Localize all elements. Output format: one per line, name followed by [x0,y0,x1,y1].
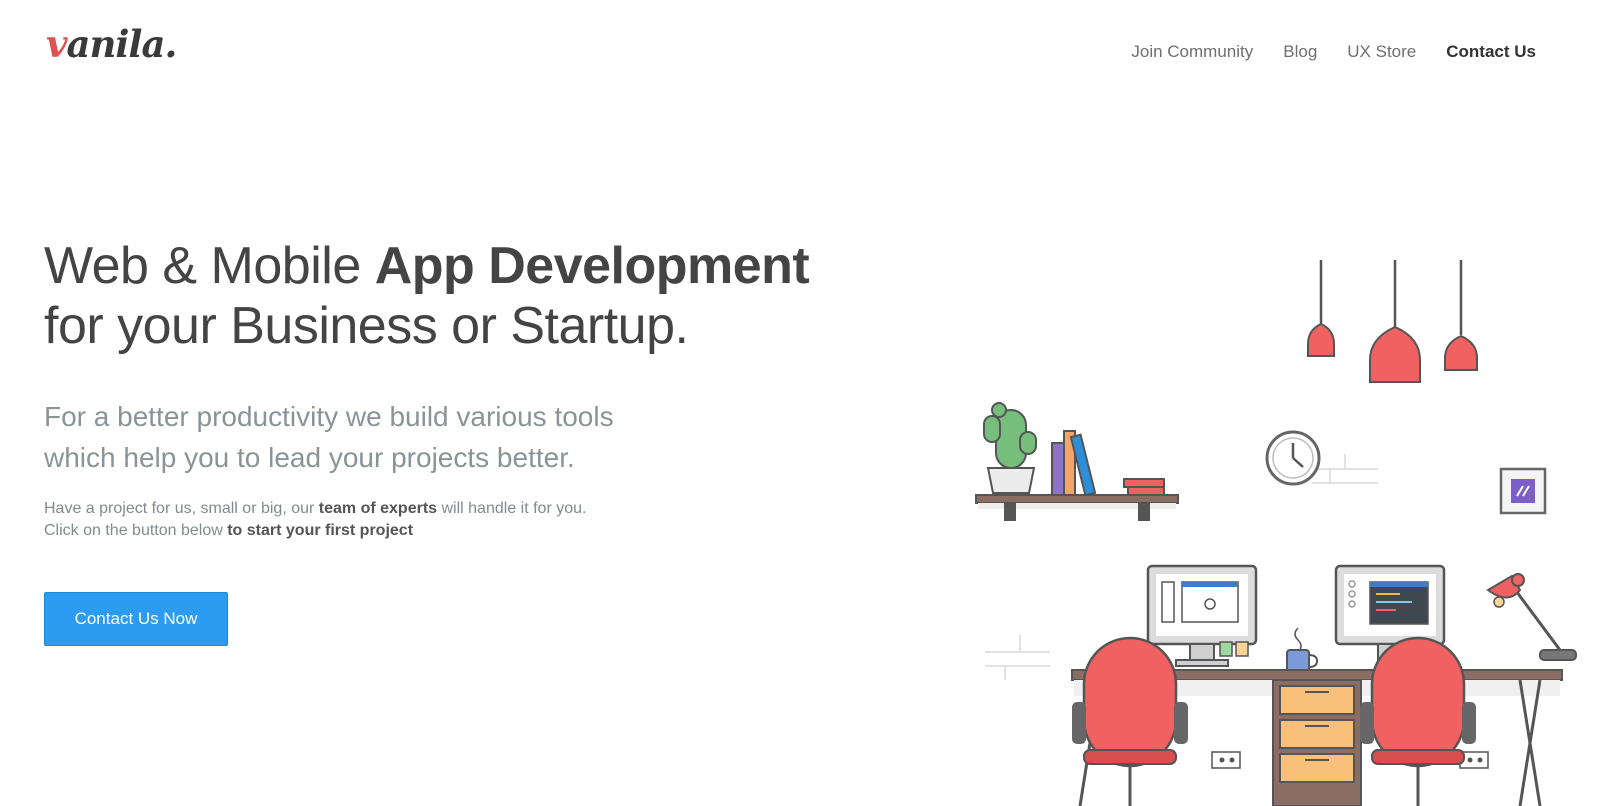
nav-contact-us[interactable]: Contact Us [1446,42,1536,62]
hero-section: Web & Mobile App Development for your Bu… [44,236,944,542]
brick-lines-right [1312,454,1378,484]
clock-icon [1265,430,1321,486]
cactus-icon [983,402,1037,494]
contact-us-now-button[interactable]: Contact Us Now [44,592,228,646]
office-chair-left [1072,636,1188,806]
coffee-mug-icon [1286,627,1319,673]
books-icon [1051,430,1165,497]
wall-shelf [975,402,1179,521]
logo[interactable]: vanila. [46,26,177,63]
nav-join-community[interactable]: Join Community [1131,42,1253,62]
monitor-left [1146,564,1258,667]
nav-ux-store[interactable]: UX Store [1347,42,1416,62]
main-nav: Join Community Blog UX Store Contact Us [1131,42,1536,62]
office-chair-right [1360,636,1476,806]
desc-suffix: will handle it for you. [437,500,587,517]
headline-part1: Web & Mobile [44,237,375,295]
desc-line2-prefix: Click on the button below [44,522,228,539]
lead-line1: For a better productivity we build vario… [44,401,614,432]
headline-strong: App Development [374,237,810,295]
hero-headline: Web & Mobile App Development for your Bu… [44,236,944,356]
nav-blog[interactable]: Blog [1283,42,1317,62]
desc-prefix: Have a project for us, small or big, our [44,500,319,517]
desk-lamp-icon [1486,573,1577,661]
picture-frame-icon [1499,467,1547,515]
desc-strong-team: team of experts [318,500,438,517]
site-header: vanila. Join Community Blog UX Store Con… [0,0,1622,110]
logo-accent-letter: v [46,22,67,66]
pendant-lamps [1307,260,1478,383]
hero-lead: For a better productivity we build vario… [44,396,744,478]
desc-strong-start: to start your first project [227,522,414,539]
office-illustration [975,260,1577,806]
headline-part2: for your Business or Startup. [44,297,689,355]
logo-text: anila. [66,22,178,66]
brick-lines-left [985,635,1050,680]
hero-description: Have a project for us, small or big, our… [44,498,944,542]
lead-line2: which help you to lead your projects bet… [44,442,575,473]
